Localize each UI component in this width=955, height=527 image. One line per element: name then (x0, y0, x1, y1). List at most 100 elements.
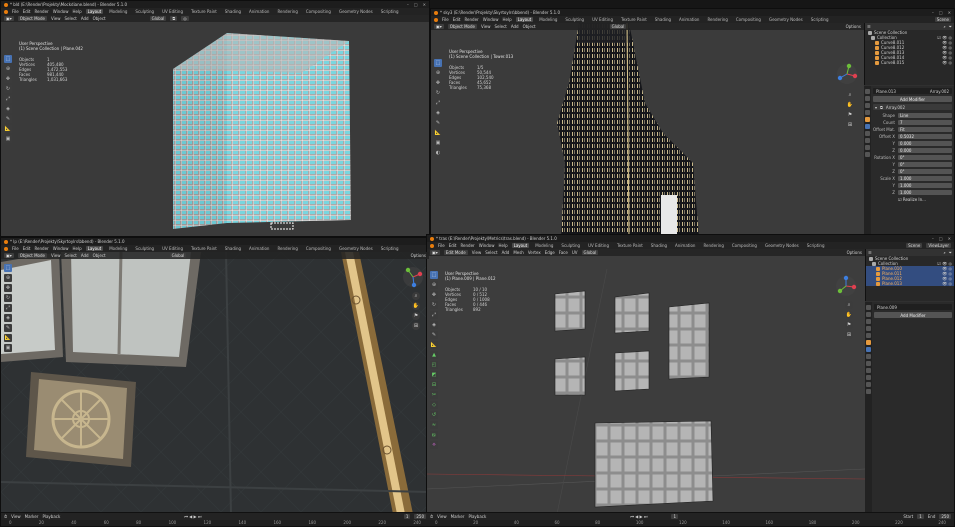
frame-end-field[interactable]: 250 (939, 514, 951, 519)
tab-modeling[interactable]: Modeling (537, 17, 559, 22)
mode-select[interactable]: Edit Mode (443, 250, 468, 255)
shading-tool-icon[interactable]: ◐ (434, 149, 442, 157)
tab-modeling[interactable]: Modeling (107, 9, 129, 14)
timeline-editor-icon[interactable]: ⏱ (430, 514, 433, 519)
tab-scripting[interactable]: Scripting (809, 17, 831, 22)
texture-tab-icon[interactable] (866, 389, 871, 394)
tab-scripting[interactable]: Scripting (379, 246, 401, 251)
outliner-search-icon[interactable]: ⌕ (944, 250, 946, 255)
maximize-icon[interactable]: □ (939, 10, 943, 15)
knife-tool-icon[interactable]: ✂ (430, 391, 438, 399)
view-menu[interactable]: View (51, 16, 61, 21)
outliner-editor-icon[interactable]: ☰ (868, 250, 872, 255)
scale-tool-icon[interactable]: ⤢ (434, 99, 442, 107)
constraints-tab-icon[interactable] (865, 138, 870, 143)
close-icon[interactable]: ✕ (948, 10, 951, 15)
menu-help[interactable]: Help (72, 9, 81, 14)
menu-help[interactable]: Help (72, 246, 81, 251)
menu-edit[interactable]: Edit (23, 9, 31, 14)
tab-compositing[interactable]: Compositing (734, 17, 763, 22)
move-tool-icon[interactable]: ✥ (4, 284, 12, 292)
menu-file[interactable]: File (12, 9, 19, 14)
timeline-ruler[interactable]: 0 20 40 60 80 100 120 140 160 180 200 220 240 (1, 520, 429, 526)
scene-selector[interactable]: Scene (906, 243, 923, 248)
transform-orientation[interactable]: Global (169, 253, 187, 258)
ortho-grid-icon[interactable]: ⊞ (412, 322, 420, 330)
playback-controls[interactable]: ⏮ ◀ ▶ ⏭ (184, 514, 201, 519)
playback-controls[interactable]: ⏮ ◀ ▶ ⏭ (630, 514, 647, 519)
menu-window[interactable]: Window (53, 9, 69, 14)
tab-texture-paint[interactable]: Texture Paint (189, 9, 219, 14)
editor-type-button[interactable]: ▣▾ (430, 250, 440, 255)
editor-type-button[interactable]: ▣▾ (4, 16, 14, 21)
tab-animation[interactable]: Animation (673, 243, 697, 248)
timeline[interactable]: ⏱ View Marker Playback ⏮ ◀ ▶ ⏭ 1 250 0 20… (1, 512, 429, 526)
minimize-icon[interactable]: – (932, 10, 934, 15)
timeline-view-menu[interactable]: View (437, 514, 447, 519)
window-controls[interactable]: – □ ✕ (407, 2, 426, 7)
object-tab-icon[interactable] (866, 340, 871, 345)
collapse-icon[interactable]: ▾ (875, 105, 877, 110)
tab-shading[interactable]: Shading (653, 17, 673, 22)
cursor-tool-icon[interactable]: ⊕ (430, 281, 438, 289)
transform-orientation[interactable]: Global (581, 250, 599, 255)
outliner-editor-icon[interactable]: ☰ (867, 24, 871, 29)
shear-tool-icon[interactable]: ⧅ (430, 431, 438, 439)
rotate-tool-icon[interactable]: ↻ (430, 301, 438, 309)
physics-tab-icon[interactable] (865, 131, 870, 136)
object-name-field[interactable]: Plane.009 (874, 304, 952, 310)
offset-x-field[interactable]: 0.5032 (898, 133, 952, 139)
timeline-playback-menu[interactable]: Playback (42, 514, 60, 519)
tab-texture-paint[interactable]: Texture Paint (615, 243, 645, 248)
blender-menu-icon[interactable] (430, 243, 434, 248)
offset-y-field[interactable]: 0.000 (898, 140, 952, 146)
menu-render[interactable]: Render (34, 246, 48, 251)
tab-geometry-nodes[interactable]: Geometry Nodes (337, 9, 375, 14)
tab-shading[interactable]: Shading (649, 243, 669, 248)
outliner-item[interactable]: Curve8.015 👁 ◎ (865, 60, 954, 65)
tab-animation[interactable]: Animation (247, 246, 271, 251)
scale-x-field[interactable]: 1.000 (898, 175, 952, 181)
rotation-y-field[interactable]: 0° (898, 161, 952, 167)
menu-edit[interactable]: Edit (453, 17, 461, 22)
tab-texture-paint[interactable]: Texture Paint (189, 246, 219, 251)
rotate-tool-icon[interactable]: ↻ (4, 294, 12, 302)
tab-modeling[interactable]: Modeling (533, 243, 555, 248)
tab-geometry-nodes[interactable]: Geometry Nodes (767, 17, 805, 22)
blender-menu-icon[interactable] (4, 246, 8, 251)
modifier-tab-icon[interactable] (866, 347, 871, 352)
tab-uv-editing[interactable]: UV Editing (590, 17, 615, 22)
scale-z-field[interactable]: 1.000 (898, 189, 952, 195)
inset-tool-icon[interactable]: ◰ (430, 361, 438, 369)
timeline[interactable]: ⏱ View Marker Playback ⏮ ◀ ▶ ⏭ 1 Start 1… (427, 512, 954, 526)
vertex-menu[interactable]: Vertex (528, 250, 541, 255)
tab-sculpting[interactable]: Sculpting (133, 9, 156, 14)
rotation-x-field[interactable]: 0° (898, 154, 952, 160)
tab-scripting[interactable]: Scripting (805, 243, 827, 248)
cursor-tool-icon[interactable]: ⊕ (4, 274, 12, 282)
viewport-3d[interactable]: ▣▾ Edit Mode View Select Add Mesh Vertex… (427, 249, 865, 512)
mode-select[interactable]: Object Mode (447, 24, 477, 29)
select-menu[interactable]: Select (65, 253, 77, 258)
modifier-tab-icon[interactable] (865, 124, 870, 129)
timeline-marker-menu[interactable]: Marker (25, 514, 39, 519)
scale-tool-icon[interactable]: ⤢ (430, 311, 438, 319)
annotate-tool-icon[interactable]: ✎ (434, 119, 442, 127)
scene-tab-icon[interactable] (866, 326, 871, 331)
tab-compositing[interactable]: Compositing (304, 246, 333, 251)
camera-icon[interactable]: ⚑ (845, 321, 853, 329)
blender-menu-icon[interactable] (4, 9, 8, 14)
cursor-tool-icon[interactable]: ⊕ (4, 65, 12, 73)
world-tab-icon[interactable] (866, 333, 871, 338)
annotate-tool-icon[interactable]: ✎ (4, 115, 12, 123)
rotation-z-field[interactable]: 0° (898, 168, 952, 174)
ortho-grid-icon[interactable]: ⊞ (846, 121, 854, 129)
tab-layout[interactable]: Layout (511, 243, 530, 248)
tab-sculpting[interactable]: Sculpting (559, 243, 582, 248)
viewport-3d[interactable]: ▣▾ Object Mode View Select Add Object Gl… (431, 23, 864, 236)
viewport-3d[interactable]: ▣▾ Object Mode View Select Add Object Gl… (1, 252, 429, 512)
render-tab-icon[interactable] (865, 96, 870, 101)
tab-rendering[interactable]: Rendering (275, 9, 299, 14)
output-tab-icon[interactable] (866, 319, 871, 324)
tab-scripting[interactable]: Scripting (379, 9, 401, 14)
